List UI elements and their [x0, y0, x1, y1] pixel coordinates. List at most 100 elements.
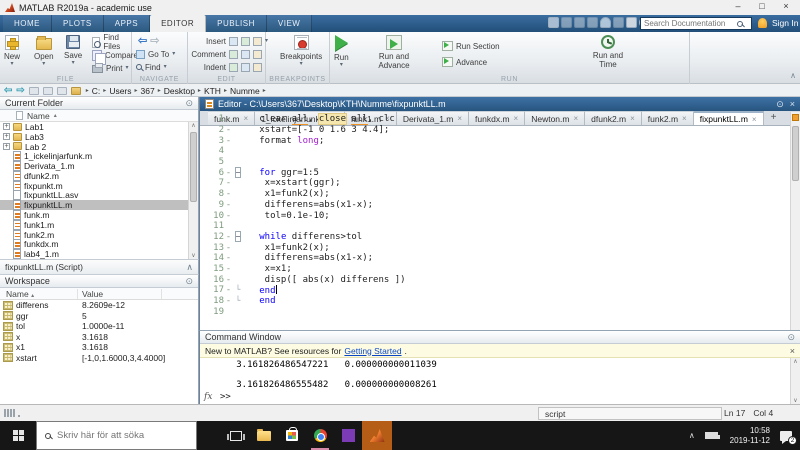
breakpoint-margin[interactable]: - [224, 296, 233, 306]
getting-started-link[interactable]: Getting Started [344, 346, 401, 356]
file-item-funkdx-m[interactable]: funkdx.m [0, 239, 188, 250]
line-number[interactable]: 14 [200, 253, 224, 263]
file-item-fixpunktll-m[interactable]: fixpunktLL.m [0, 200, 188, 211]
breakpoint-margin[interactable]: - [224, 168, 233, 178]
breadcrumb-item-desktop[interactable]: Desktop [164, 86, 195, 96]
workspace-name-column[interactable]: Name ▴ [0, 288, 78, 299]
code-line-2[interactable]: 2- xstart=[-1 0 1.6 3 4.4]; [200, 125, 790, 136]
open-button[interactable]: Open ▾ [34, 35, 54, 67]
line-number[interactable]: 3 [200, 136, 224, 146]
notification-bell-icon[interactable] [758, 18, 767, 28]
forward-arrow-icon[interactable]: ⇨ [150, 36, 159, 47]
expand-icon[interactable]: + [3, 142, 10, 150]
file-item-lab1[interactable]: + Lab1 [0, 122, 188, 132]
paste-icon[interactable] [587, 17, 598, 28]
run-and-advance-button[interactable]: Run and Advance [372, 35, 416, 70]
editor-close-icon[interactable]: × [790, 99, 795, 110]
fold-collapse-icon[interactable]: − [233, 166, 243, 178]
close-button[interactable]: × [774, 0, 798, 14]
panel-menu-icon[interactable]: ⊙ [787, 332, 795, 343]
command-window-scrollbar[interactable]: ∧ ∨ [790, 358, 800, 404]
command-prompt[interactable]: >> [220, 392, 231, 402]
line-number[interactable]: 10 [200, 211, 224, 221]
breakpoint-margin[interactable]: - [224, 136, 233, 146]
collapse-ribbon-icon[interactable]: ∧ [790, 71, 796, 80]
code-line-14[interactable]: 14- differens=abs(x1-x); [200, 253, 790, 264]
breadcrumb-item-367[interactable]: 367 [141, 86, 155, 96]
task-view-icon[interactable] [222, 421, 250, 450]
workspace-row-tol[interactable]: tol 1.0000e-11 [0, 321, 198, 332]
start-button[interactable] [0, 421, 36, 450]
cut-icon[interactable] [561, 17, 572, 28]
expand-icon[interactable]: + [3, 133, 10, 141]
line-number[interactable]: 8 [200, 189, 224, 199]
line-number[interactable]: 17 [200, 285, 224, 295]
code-line-7[interactable]: 7- x=xstart(ggr); [200, 178, 790, 189]
smart-indent-icon[interactable] [229, 62, 238, 72]
breakpoint-margin[interactable]: - [224, 232, 233, 242]
ribbon-tab-apps[interactable]: APPS [103, 15, 151, 32]
insert-section-icon[interactable] [229, 36, 238, 46]
back-arrow-icon[interactable]: ⇦ [138, 36, 147, 47]
code-line-15[interactable]: 15- x=x1; [200, 264, 790, 275]
breadcrumb-item-c[interactable]: C: [92, 86, 101, 96]
workspace-row-x1[interactable]: x1 3.1618 [0, 342, 198, 353]
workspace-row-differens[interactable]: differens 8.2609e-12 [0, 300, 198, 311]
advance-button[interactable]: Advance [442, 56, 487, 68]
editor-scrollbar[interactable] [790, 112, 800, 330]
line-number[interactable]: 7 [200, 178, 224, 188]
insert-image-icon[interactable] [253, 36, 262, 46]
new-button[interactable]: New ▾ [4, 35, 20, 67]
file-item-funk2-m[interactable]: funk2.m [0, 229, 188, 240]
line-number[interactable]: 2 [200, 125, 224, 135]
line-number[interactable]: 9 [200, 200, 224, 210]
goto-button[interactable]: Go To ▾ [136, 48, 175, 60]
battery-icon[interactable] [704, 432, 720, 439]
code-line-17[interactable]: 17- └ end [200, 284, 790, 296]
app-purple-icon[interactable] [334, 421, 362, 450]
maximize-button[interactable]: □ [750, 0, 774, 14]
comment-icon[interactable] [229, 49, 238, 59]
file-item-funk-m[interactable]: funk.m [0, 210, 188, 221]
indent-left-icon[interactable] [253, 62, 262, 72]
code-line-13[interactable]: 13- x1=funk2(x); [200, 242, 790, 253]
redo-icon[interactable] [613, 17, 624, 28]
breakpoint-margin[interactable]: - [224, 264, 233, 274]
file-item-fixpunktll-asv[interactable]: fixpunktLL.asv [0, 190, 188, 201]
code-area[interactable]: 1- clear all, close all, clc 2- xstart=[-… [200, 112, 790, 330]
breakpoint-margin[interactable]: - [224, 178, 233, 188]
folder-browse-icon[interactable] [56, 86, 67, 95]
file-item-lab-2[interactable]: + Lab 2 [0, 142, 188, 152]
folder-up-icon[interactable] [28, 86, 39, 95]
workspace-row-ggr[interactable]: ggr 5 [0, 311, 198, 322]
code-line-9[interactable]: 9- differens=abs(x1-x); [200, 200, 790, 211]
file-item-dfunk2-m[interactable]: dfunk2.m [0, 170, 188, 181]
ribbon-tab-home[interactable]: HOME [3, 15, 52, 32]
line-number[interactable]: 19 [200, 307, 224, 317]
banner-close-icon[interactable]: × [790, 346, 795, 356]
history-back-icon[interactable]: ⇦ [4, 85, 12, 96]
editor-menu-icon[interactable]: ⊙ [776, 99, 784, 110]
minimize-button[interactable]: – [726, 0, 750, 14]
breadcrumb-item-kth[interactable]: KTH [204, 86, 221, 96]
code-line-12[interactable]: 12- − while differens>tol [200, 230, 790, 243]
fx-function-hint-icon[interactable]: fx [204, 392, 212, 402]
workspace-value-column[interactable]: Value [78, 288, 162, 299]
line-number[interactable]: 15 [200, 264, 224, 274]
breakpoint-margin[interactable]: - [224, 211, 233, 221]
taskbar-clock[interactable]: 10:58 2019-11-12 [730, 426, 770, 445]
copy-icon[interactable] [574, 17, 585, 28]
code-line-16[interactable]: 16- disp([ abs(x) differens ]) [200, 274, 790, 285]
insert-row[interactable]: Insert ▾ [190, 35, 268, 47]
breakpoint-margin[interactable]: - [224, 114, 233, 124]
uncomment-icon[interactable] [241, 49, 250, 59]
breakpoint-margin[interactable]: - [224, 200, 233, 210]
breakpoint-margin[interactable]: - [224, 189, 233, 199]
workspace-row-x[interactable]: x 3.1618 [0, 332, 198, 343]
file-item-lab4-1-m[interactable]: lab4_1.m [0, 249, 188, 259]
breadcrumb-item-numme[interactable]: Numme [230, 86, 260, 96]
indent-row[interactable]: Indent [190, 61, 262, 73]
insert-function-icon[interactable] [241, 36, 250, 46]
breakpoint-margin[interactable]: - [224, 125, 233, 135]
line-number[interactable]: 18 [200, 296, 224, 306]
